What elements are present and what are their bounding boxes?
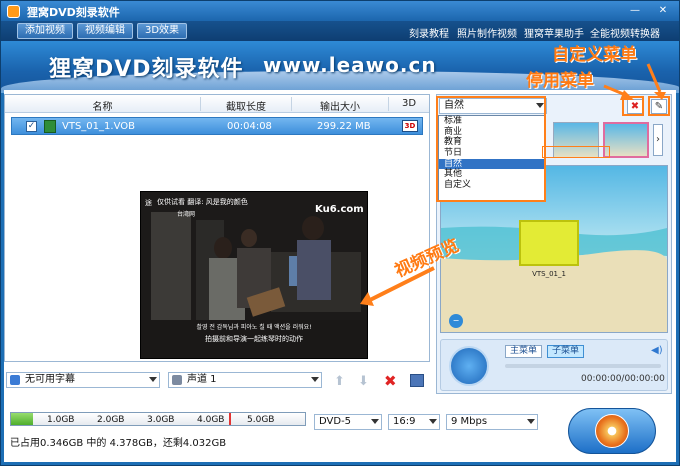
capacity-status: 已占用0.346GB 中的 4.378GB，还剩4.032GB bbox=[10, 438, 227, 449]
video-subtitle-korean: 촬영 전 감독님과 피아노 칠 때 액션을 러워요! bbox=[196, 324, 312, 331]
annotation-box-disable bbox=[622, 96, 644, 116]
move-up-icon[interactable]: ⬆ bbox=[334, 374, 345, 389]
row-length: 00:04:08 bbox=[227, 121, 272, 132]
menu-navigation: 主菜单 子菜单 ◀) 00:00:00/00:00:00 bbox=[440, 339, 668, 391]
menu-title-label: VTS_01_1 bbox=[532, 270, 566, 278]
menu-title-thumbnail[interactable] bbox=[519, 220, 579, 266]
video-list-header: 名称 截取长度 输出大小 3D bbox=[5, 95, 429, 113]
table-row[interactable]: ✓ VTS_01_1.VOB 00:04:08 299.22 MB 3D bbox=[11, 117, 423, 135]
disc-type-value: DVD-5 bbox=[319, 416, 352, 427]
annotation-disable-menu: 停用菜单 bbox=[526, 71, 594, 91]
capacity-limit-marker bbox=[229, 413, 231, 425]
capacity-tick: 1.0GB bbox=[47, 415, 75, 425]
video-subtitle-chinese: 拍摄前和导演一起练琴时的动作 bbox=[205, 335, 303, 343]
row-size: 299.22 MB bbox=[317, 121, 371, 132]
app-logo-icon bbox=[7, 5, 20, 18]
column-3d[interactable]: 3D bbox=[389, 98, 429, 109]
column-name[interactable]: 名称 bbox=[5, 98, 200, 113]
column-size[interactable]: 输出大小 bbox=[292, 98, 388, 113]
annotation-box-custom bbox=[648, 96, 670, 116]
close-button[interactable]: ✕ bbox=[655, 4, 671, 18]
chevron-down-icon bbox=[371, 419, 379, 424]
video-preview-frame: 途 仅供试看 翻译: 风是我的颜色 台湾网 Ku6.com 촬영 전 감독님과 … bbox=[140, 191, 368, 359]
subtitle-icon bbox=[10, 375, 20, 385]
banner-brand: 狸窝DVD刻录软件 bbox=[49, 57, 244, 82]
chevron-right-icon[interactable]: › bbox=[653, 124, 663, 156]
film-icon bbox=[44, 120, 56, 133]
minimize-button[interactable]: — bbox=[627, 4, 643, 18]
audio-track-select[interactable]: 声道 1 bbox=[168, 372, 322, 388]
capacity-tick: 4.0GB bbox=[197, 415, 225, 425]
chevron-down-icon bbox=[149, 377, 157, 382]
playback-slider[interactable] bbox=[505, 364, 661, 368]
window-title: 狸窝DVD刻录软件 bbox=[27, 6, 120, 19]
aspect-ratio-select[interactable]: 16:9 bbox=[388, 414, 440, 430]
volume-icon[interactable]: ◀) bbox=[651, 345, 663, 356]
collapse-icon[interactable]: − bbox=[449, 314, 463, 328]
disc-burn-icon bbox=[595, 414, 629, 448]
aspect-ratio-value: 16:9 bbox=[393, 416, 416, 427]
audio-icon bbox=[172, 375, 182, 385]
audio-value: 声道 1 bbox=[187, 374, 217, 385]
capacity-used bbox=[11, 413, 34, 425]
chevron-down-icon bbox=[527, 419, 535, 424]
annotation-box-category bbox=[436, 96, 546, 202]
row-checkbox[interactable]: ✓ bbox=[26, 121, 37, 132]
video-top-caption: 仅供试看 翻译: 风是我的颜色 bbox=[157, 198, 248, 206]
apple-helper-link[interactable]: 狸窝苹果助手 bbox=[524, 25, 584, 40]
title-bar: 狸窝DVD刻录软件 — ✕ bbox=[1, 1, 679, 21]
subtitle-select[interactable]: 无可用字幕 bbox=[6, 372, 160, 388]
bitrate-value: 9 Mbps bbox=[451, 416, 488, 427]
3d-effect-button[interactable]: 3D效果 bbox=[137, 23, 187, 39]
annotation-box-thumb bbox=[542, 146, 610, 158]
3d-badge-icon[interactable]: 3D bbox=[402, 120, 418, 132]
video-watermark: Ku6.com bbox=[315, 204, 364, 215]
add-video-button[interactable]: 添加视频 bbox=[17, 23, 73, 39]
bitrate-select[interactable]: 9 Mbps bbox=[446, 414, 538, 430]
video-top-caption-sub: 台湾网 bbox=[177, 211, 196, 218]
subtitle-value: 无可用字幕 bbox=[25, 374, 75, 385]
capacity-tick: 3.0GB bbox=[147, 415, 175, 425]
disc-type-select[interactable]: DVD-5 bbox=[314, 414, 382, 430]
burn-tutorial-link[interactable]: 刻录教程 bbox=[409, 25, 449, 40]
burn-button[interactable] bbox=[568, 408, 656, 454]
banner-url: www.leawo.cn bbox=[263, 53, 437, 77]
move-down-icon[interactable]: ⬇ bbox=[358, 374, 369, 389]
sub-menu-tab[interactable]: 子菜单 bbox=[547, 345, 585, 358]
capacity-tick: 5.0GB bbox=[247, 415, 275, 425]
photo-video-link[interactable]: 照片制作视频 bbox=[457, 25, 517, 40]
chevron-down-icon bbox=[429, 419, 437, 424]
row-name: VTS_01_1.VOB bbox=[62, 121, 135, 132]
column-length[interactable]: 截取长度 bbox=[201, 98, 291, 113]
annotation-custom-menu: 自定义菜单 bbox=[552, 45, 637, 65]
disc-capacity-bar: 1.0GB 2.0GB 3.0GB 4.0GB 5.0GB bbox=[10, 412, 306, 426]
video-caption-left: 途 bbox=[145, 199, 152, 207]
delete-icon[interactable]: ✖ bbox=[384, 372, 397, 390]
nav-dpad-icon[interactable] bbox=[449, 346, 489, 386]
playback-time: 00:00:00/00:00:00 bbox=[581, 374, 665, 384]
chevron-down-icon bbox=[311, 377, 319, 382]
main-menu-tab[interactable]: 主菜单 bbox=[505, 345, 543, 358]
video-converter-link[interactable]: 全能视频转换器 bbox=[590, 25, 660, 40]
video-edit-button[interactable]: 视频编辑 bbox=[77, 23, 133, 39]
main-toolbar: 添加视频 视频编辑 3D效果 刻录教程 照片制作视频 狸窝苹果助手 全能视频转换… bbox=[1, 21, 679, 41]
clear-list-icon[interactable] bbox=[410, 374, 424, 387]
capacity-tick: 2.0GB bbox=[97, 415, 125, 425]
